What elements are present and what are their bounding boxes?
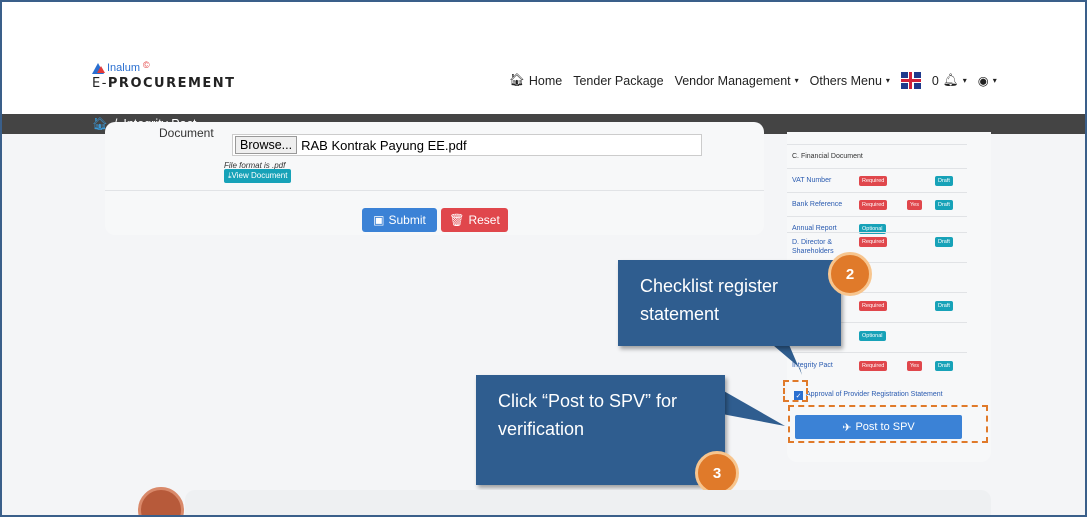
callout-post-spv: Click “Post to SPV” for verification xyxy=(476,375,725,485)
step-number-3: 3 xyxy=(695,451,739,495)
step-number-2: 2 xyxy=(828,252,872,296)
screen-frame: Inalum © E-PROCUREMENT 🏠︎ Home Tender Pa… xyxy=(0,0,1087,517)
callout-pointer-3 xyxy=(722,390,785,426)
bottom-card xyxy=(185,490,991,515)
callout-checklist: Checklist register statement xyxy=(618,260,841,346)
